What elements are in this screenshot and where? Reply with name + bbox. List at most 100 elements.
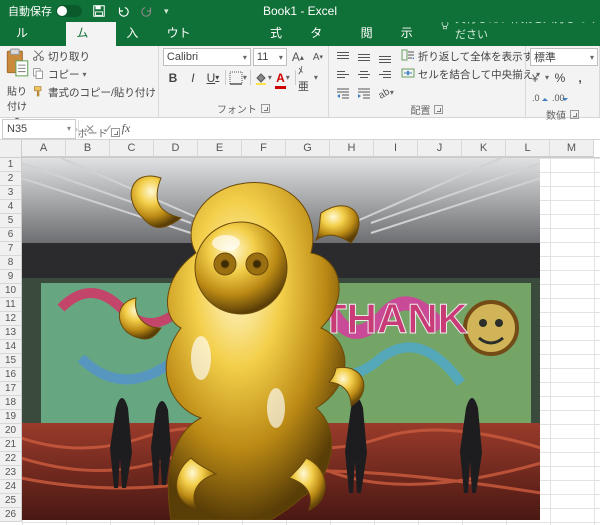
row-header[interactable]: 9	[0, 270, 22, 284]
wrap-text-button[interactable]: 折り返して全体を表示する	[401, 48, 544, 65]
cut-button[interactable]: 切り取り	[32, 48, 156, 65]
embedded-picture[interactable]: THANK	[22, 158, 540, 520]
number-format-value: 標準	[534, 49, 556, 65]
column-header[interactable]: B	[66, 140, 110, 157]
fill-color-button[interactable]: ▾	[253, 69, 273, 86]
name-box-value: N35	[7, 123, 27, 135]
qat-dropdown-icon[interactable]: ▾	[164, 6, 169, 17]
column-header[interactable]: A	[22, 140, 66, 157]
row-header[interactable]: 22	[0, 452, 22, 466]
clipboard-dialog-launcher[interactable]	[111, 128, 120, 137]
group-font: Calibri▾ 11▾ A▴ A▾ B I U▾ ▾ ▾ A▾ ﾒ亜▾	[159, 46, 329, 117]
border-button[interactable]: ▾	[228, 69, 248, 86]
select-all-corner[interactable]	[0, 140, 22, 158]
accounting-format-icon[interactable]: ¥▾	[530, 69, 550, 86]
quick-access-toolbar: ▾	[92, 4, 169, 18]
autosave-control[interactable]: 自動保存	[8, 3, 82, 19]
align-bottom-icon[interactable]	[375, 48, 395, 65]
row-header[interactable]: 17	[0, 382, 22, 396]
row-header[interactable]: 10	[0, 284, 22, 298]
wrap-icon	[401, 48, 415, 65]
row-header[interactable]: 23	[0, 466, 22, 480]
chevron-down-icon: ▾	[83, 70, 87, 79]
font-size-value: 11	[257, 51, 268, 63]
row-header[interactable]: 21	[0, 438, 22, 452]
paste-button[interactable]: 貼り付け ▾	[4, 48, 30, 124]
row-header[interactable]: 2	[0, 172, 22, 186]
row-header[interactable]: 14	[0, 340, 22, 354]
increase-indent-icon[interactable]	[354, 84, 374, 101]
column-header[interactable]: I	[374, 140, 418, 157]
font-size-combo[interactable]: 11▾	[253, 48, 287, 66]
column-header[interactable]: C	[110, 140, 154, 157]
save-icon[interactable]	[92, 4, 106, 18]
row-header[interactable]: 26	[0, 508, 22, 522]
column-header[interactable]: F	[242, 140, 286, 157]
italic-button[interactable]: I	[183, 69, 203, 86]
align-middle-icon[interactable]	[354, 48, 374, 65]
align-left-icon[interactable]	[333, 66, 353, 83]
font-dialog-launcher[interactable]	[261, 104, 270, 113]
bold-button[interactable]: B	[163, 69, 183, 86]
font-color-button[interactable]: A▾	[273, 69, 293, 86]
formula-input[interactable]	[135, 120, 600, 138]
copy-label: コピー	[48, 67, 80, 82]
row-header[interactable]: 19	[0, 410, 22, 424]
row-header[interactable]: 25	[0, 494, 22, 508]
decrease-indent-icon[interactable]	[333, 84, 353, 101]
autosave-toggle[interactable]	[56, 5, 82, 17]
ribbon-tabs: ファイル ホーム 挿入 ページ レイアウト 数式 データ 校閲 表示 実行したい…	[0, 22, 600, 46]
undo-icon[interactable]	[116, 4, 130, 18]
align-center-icon[interactable]	[354, 66, 374, 83]
underline-button[interactable]: U▾	[203, 69, 223, 86]
row-header[interactable]: 4	[0, 200, 22, 214]
comma-format-icon[interactable]: ,	[570, 69, 590, 86]
align-right-icon[interactable]	[375, 66, 395, 83]
column-header[interactable]: K	[462, 140, 506, 157]
cancel-formula-icon[interactable]: ✕	[81, 120, 99, 138]
row-header[interactable]: 24	[0, 480, 22, 494]
row-header[interactable]: 1	[0, 158, 22, 172]
alignment-dialog-launcher[interactable]	[434, 105, 443, 114]
increase-decimal-icon[interactable]: .0	[530, 89, 550, 106]
row-header[interactable]: 18	[0, 396, 22, 410]
row-header[interactable]: 5	[0, 214, 22, 228]
font-name-combo[interactable]: Calibri▾	[163, 48, 251, 66]
row-header[interactable]: 8	[0, 256, 22, 270]
copy-button[interactable]: コピー ▾	[32, 66, 156, 83]
row-header[interactable]: 6	[0, 228, 22, 242]
column-header[interactable]: G	[286, 140, 330, 157]
column-header[interactable]: H	[330, 140, 374, 157]
row-header[interactable]: 20	[0, 424, 22, 438]
column-header[interactable]: E	[198, 140, 242, 157]
column-header[interactable]: M	[550, 140, 594, 157]
row-header[interactable]: 13	[0, 326, 22, 340]
worksheet-grid[interactable]: A B C D E F G H I J K L M 1 2 3 4 5 6 7 …	[0, 140, 600, 525]
format-painter-button[interactable]: 書式のコピー/貼り付け	[32, 84, 156, 101]
row-header[interactable]: 16	[0, 368, 22, 382]
copy-icon	[32, 67, 45, 83]
number-dialog-launcher[interactable]	[570, 110, 579, 119]
column-header[interactable]: L	[506, 140, 550, 157]
paste-label: 貼り付け	[4, 83, 30, 113]
row-header[interactable]: 12	[0, 312, 22, 326]
redo-icon[interactable]	[140, 4, 154, 18]
font-name-value: Calibri	[167, 51, 198, 63]
name-box[interactable]: N35▾	[2, 119, 76, 139]
row-header[interactable]: 15	[0, 354, 22, 368]
align-top-icon[interactable]	[333, 48, 353, 65]
number-format-combo[interactable]: 標準▾	[530, 48, 598, 66]
phonetic-button[interactable]: ﾒ亜▾	[298, 69, 318, 86]
row-header[interactable]: 7	[0, 242, 22, 256]
row-header[interactable]: 11	[0, 298, 22, 312]
column-header[interactable]: J	[418, 140, 462, 157]
column-header[interactable]: D	[154, 140, 198, 157]
formula-bar: N35▾ ✕ ✓ fx	[0, 118, 600, 140]
orientation-icon[interactable]: ab▾	[375, 84, 395, 101]
format-painter-label: 書式のコピー/貼り付け	[48, 85, 156, 100]
row-header[interactable]: 3	[0, 186, 22, 200]
decrease-decimal-icon[interactable]: .00	[550, 89, 570, 106]
percent-format-icon[interactable]: %	[550, 69, 570, 86]
svg-text:THANK: THANK	[321, 295, 468, 342]
merge-center-button[interactable]: セルを結合して中央揃え ▾	[401, 66, 544, 83]
